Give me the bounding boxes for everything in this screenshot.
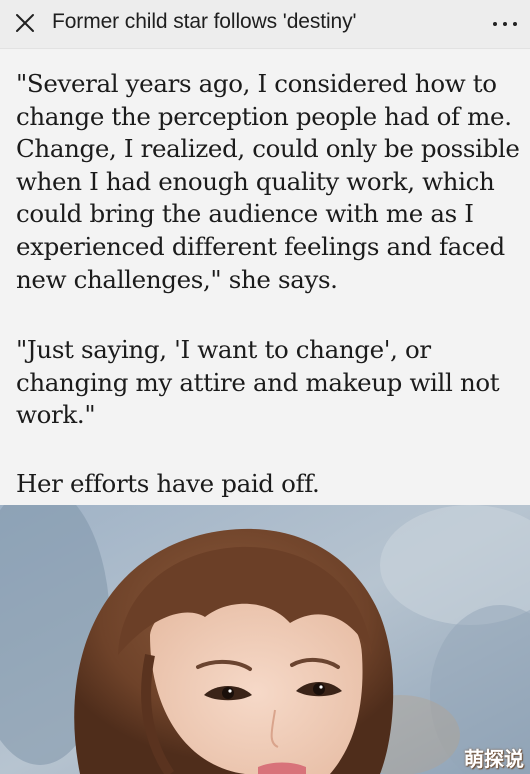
watermark-label: 萌探说 <box>464 747 524 771</box>
page-title: Former child star follows 'destiny' <box>52 10 357 33</box>
close-icon <box>16 14 34 32</box>
article-paragraph-3: Her efforts have paid off. <box>16 469 320 498</box>
article-photo: 萌探说 <box>0 505 530 774</box>
top-bar: Former child star follows 'destiny' <box>0 0 530 49</box>
article-paragraph-1: "Several years ago, I considered how to … <box>16 69 520 294</box>
portrait-image <box>0 505 530 774</box>
article-page: Former child star follows 'destiny' "Sev… <box>0 0 530 774</box>
close-button[interactable] <box>8 6 42 40</box>
article-paragraph-2: "Just saying, 'I want to change', or cha… <box>16 335 500 430</box>
more-options-button[interactable] <box>488 8 522 38</box>
